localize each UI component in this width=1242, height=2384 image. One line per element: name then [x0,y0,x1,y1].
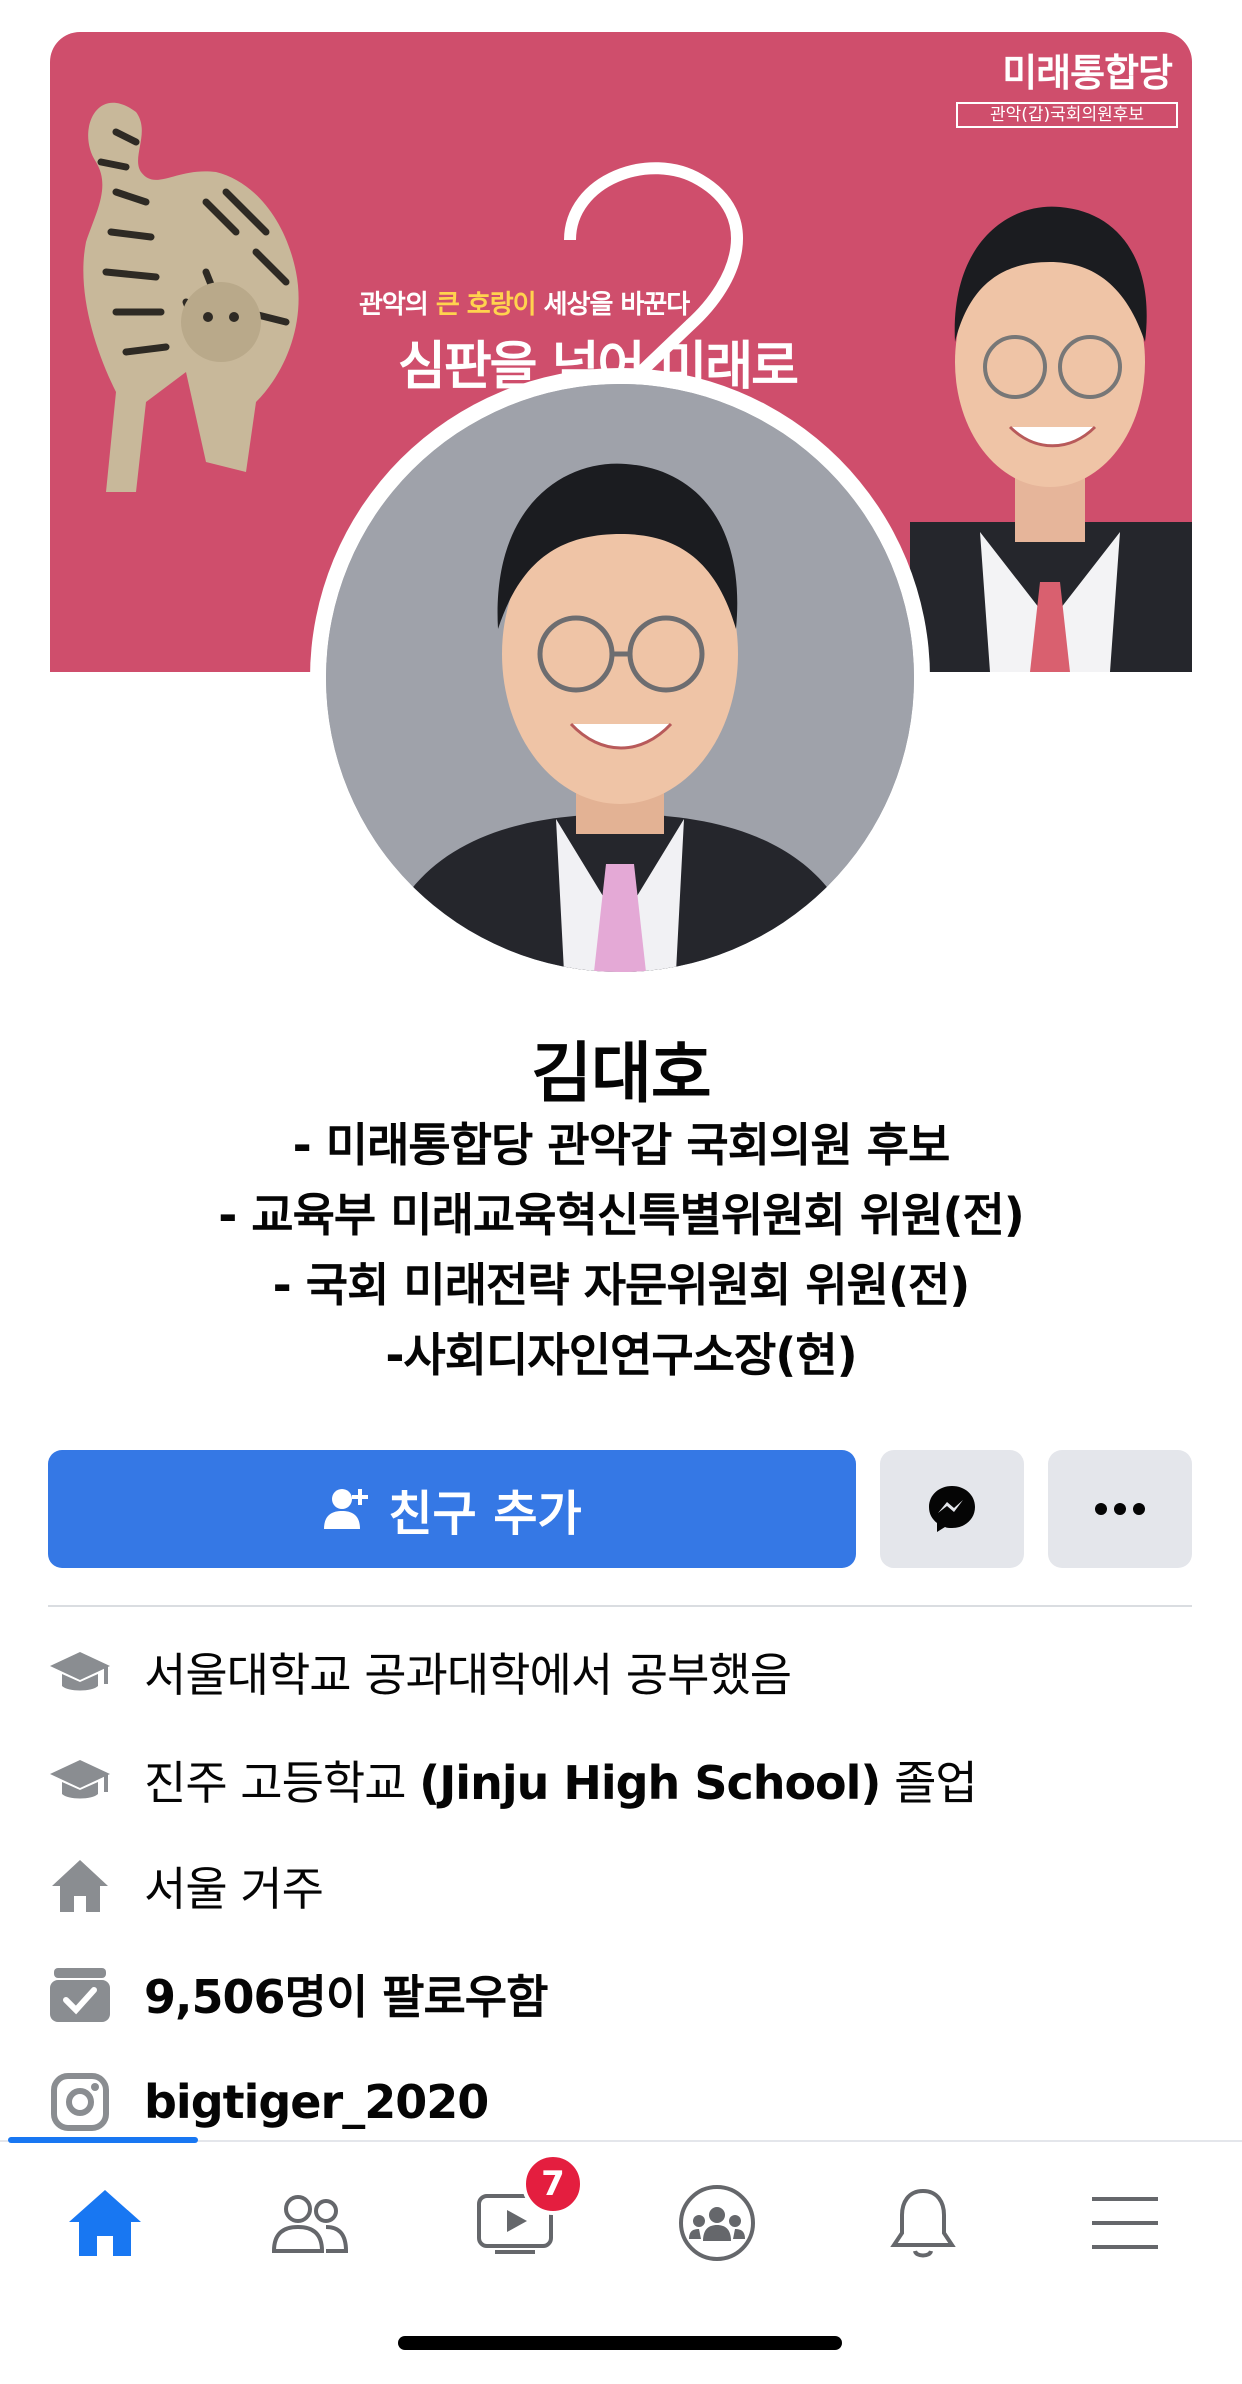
slogan-pre: 관악의 [359,290,436,320]
lives-text: 서울 거주 [144,1862,324,1916]
graduation-cap-icon [48,1748,112,1812]
profile-person-photo [326,384,914,972]
party-name: 미래통합당 [1002,51,1173,95]
cover-person-photo [910,206,1192,672]
more-options-button[interactable] [1048,1450,1192,1568]
bell-icon [890,2188,956,2258]
tiger-illustration [83,102,299,493]
info-education-university[interactable]: 서울대학교 공과대학에서 공부했음 [48,1632,1198,1712]
slogan-post: 세상을 바꾼다 [535,290,691,320]
education-university-text: 서울대학교 공과대학에서 공부했음 [144,1648,792,1702]
add-friend-label: 친구 추가 [388,1486,582,1542]
groups-icon [679,2185,755,2261]
messenger-icon [929,1486,975,1532]
tab-notifications[interactable] [858,2168,988,2278]
profile-picture[interactable] [326,384,914,972]
tab-menu[interactable] [1060,2168,1190,2278]
bio-line: -사회디자인연구소장(현) [385,1328,857,1382]
bio-line: - 교육부 미래교육혁신특별위원회 위원(전) [218,1188,1025,1242]
add-friend-button[interactable]: 친구 추가 [48,1450,856,1568]
home-indicator[interactable] [398,2336,842,2350]
party-logo: 미래통합당 관악(갑)국회의원후보 [956,50,1178,140]
slogan-highlight: 큰 호랑이 [435,290,537,320]
active-tab-indicator [8,2137,198,2143]
tab-home[interactable] [40,2168,170,2278]
message-button[interactable] [880,1450,1024,1568]
bio-line: - 국회 미래전략 자문위원회 위원(전) [272,1258,971,1312]
info-instagram[interactable]: bigtiger_2020 [48,2062,1198,2142]
friends-icon [271,2195,349,2253]
instagram-icon [48,2070,112,2134]
info-followers[interactable]: 9,506명이 팔로우함 [48,1954,1198,2034]
followers-text: 9,506명이 팔로우함 [144,1970,548,2024]
divider [48,1605,1192,1607]
info-education-highschool[interactable]: 진주 고등학교 (Jinju High School) 졸업 [48,1740,1198,1820]
info-lives[interactable]: 서울 거주 [48,1846,1198,1926]
watch-badge: 7 [522,2153,584,2215]
profile-bio: - 미래통합당 관악갑 국회의원 후보 - 교육부 미래교육혁신특별위원회 위원… [0,1110,1242,1390]
party-subtitle: 관악(갑)국회의원후보 [956,102,1178,128]
graduation-cap-icon [48,1640,112,1704]
highschool-pre: 진주 고등학교 [144,1756,420,1810]
tab-groups[interactable] [652,2168,782,2278]
instagram-handle: bigtiger_2020 [144,2075,489,2129]
highschool-link[interactable]: (Jinju High School) [419,1756,881,1810]
education-highschool-text: 진주 고등학교 (Jinju High School) 졸업 [144,1747,978,1813]
cover-slogan-small: 관악의 큰 호랑이 세상을 바꾼다 [359,284,691,321]
menu-icon [1092,2197,1158,2249]
highschool-post: 졸업 [880,1756,978,1810]
home-tab-icon [69,2190,141,2256]
add-friend-icon [324,1489,369,1529]
more-icon [1095,1503,1145,1515]
followers-icon [48,1962,112,2026]
tab-friends[interactable] [245,2168,375,2278]
bio-line: - 미래통합당 관악갑 국회의원 후보 [292,1118,951,1172]
home-icon [48,1854,112,1918]
profile-name: 김대호 [531,1035,711,1112]
